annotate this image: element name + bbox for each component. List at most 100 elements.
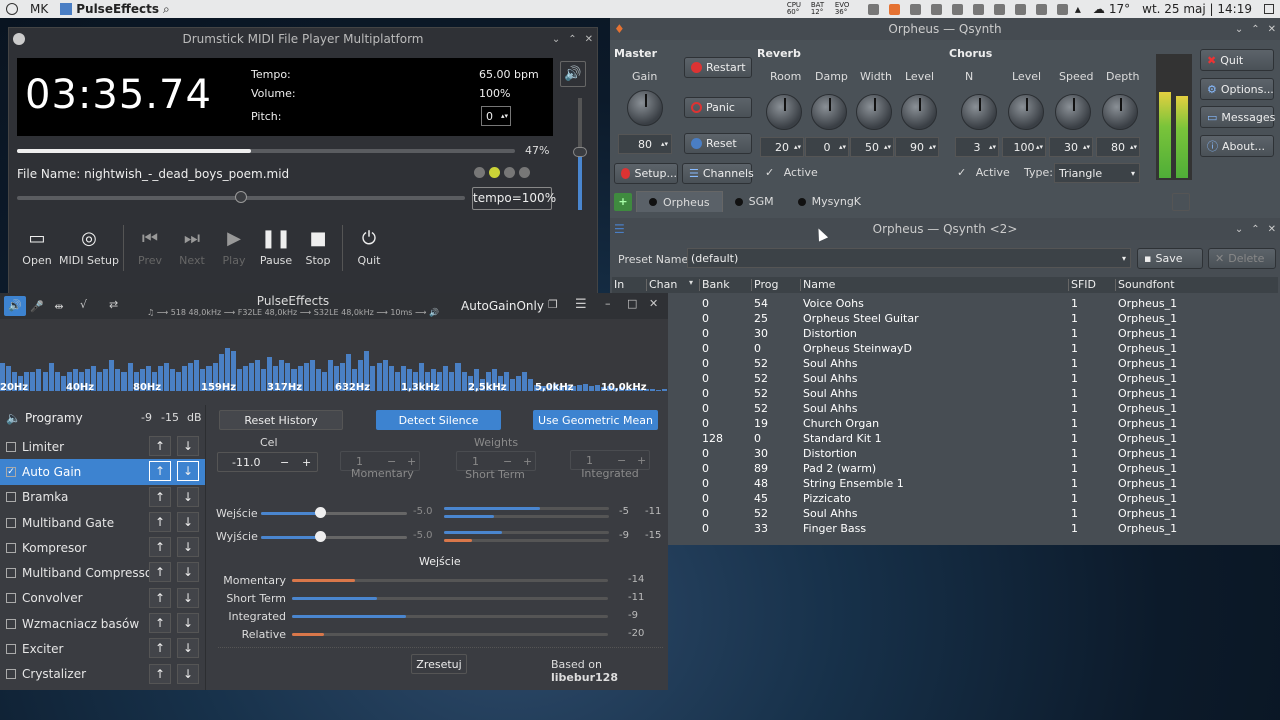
table-row[interactable]: 0 52 Soul Ahhs 1 Orpheus_1	[614, 402, 1276, 417]
column-header-in[interactable]: In	[614, 278, 624, 293]
column-header-name[interactable]: Name	[803, 278, 835, 293]
minimize-icon[interactable]: ⌄	[1235, 224, 1243, 235]
chorus-knob[interactable]	[961, 94, 997, 130]
kde-menu-icon[interactable]	[6, 3, 18, 15]
volume-mute-icon[interactable]: 🔊	[560, 61, 586, 87]
reverb-spinbox[interactable]: 50 ▴▾	[850, 137, 894, 157]
plugin-checkbox[interactable]	[6, 568, 16, 579]
tray-expand-icon[interactable]: ▴	[1075, 2, 1081, 16]
next-button[interactable]: ⏭ Next	[172, 229, 212, 268]
volume-slider[interactable]	[573, 98, 587, 210]
copy-icon[interactable]: ❐	[548, 298, 558, 311]
chorus-spinbox[interactable]: 80 ▴▾	[1096, 137, 1140, 157]
active-app-name[interactable]: PulseEffects	[76, 2, 159, 16]
chorus-type-select[interactable]: Triangle ▾	[1054, 163, 1140, 183]
close-icon[interactable]: ✕	[649, 297, 658, 310]
plugin-item-bramka[interactable]: Bramka ↑ ↓	[0, 485, 205, 510]
chorus-knob[interactable]	[1055, 94, 1091, 130]
input-gain-handle[interactable]	[315, 507, 327, 518]
detect-silence-toggle[interactable]: Detect Silence	[376, 410, 501, 430]
plugin-checkbox[interactable]	[6, 669, 16, 680]
reverb-knob[interactable]	[766, 94, 802, 130]
move-up-icon[interactable]: ↑	[149, 562, 171, 583]
table-row[interactable]: 0 0 Orpheus SteinwayD 1 Orpheus_1	[614, 342, 1276, 357]
minimize-icon[interactable]: ⌄	[1235, 24, 1243, 35]
tray-app-icon[interactable]	[909, 3, 921, 15]
table-row[interactable]: 0 52 Soul Ahhs 1 Orpheus_1	[614, 387, 1276, 402]
engine-tab-orpheus[interactable]: Orpheus	[636, 191, 723, 212]
close-icon[interactable]: ✕	[1268, 24, 1276, 35]
move-up-icon[interactable]: ↑	[149, 511, 171, 532]
reverb-knob[interactable]	[811, 94, 847, 130]
about-button[interactable]: ⓘ About...	[1200, 135, 1274, 157]
reverb-knob[interactable]	[901, 94, 937, 130]
plugin-checkbox[interactable]	[6, 517, 16, 528]
channels-button[interactable]: ☰ Channels	[682, 163, 754, 184]
table-row[interactable]: 0 54 Voice Oohs 1 Orpheus_1	[614, 297, 1276, 312]
gain-knob[interactable]	[627, 90, 663, 126]
weather-icon[interactable]: ☁	[1093, 2, 1105, 16]
tray-app-icon[interactable]	[867, 3, 879, 15]
panic-button[interactable]: Panic	[684, 97, 752, 118]
weather-temp[interactable]: 17°	[1109, 2, 1130, 16]
minimize-icon[interactable]: –	[605, 297, 611, 310]
tray-clipboard-icon[interactable]	[951, 3, 963, 15]
table-row[interactable]: 0 52 Soul Ahhs 1 Orpheus_1	[614, 372, 1276, 387]
plugin-item-auto-gain[interactable]: ✓ Auto Gain ↑ ↓	[0, 459, 205, 485]
setup-button[interactable]: Setup...	[614, 163, 678, 184]
plugin-checkbox[interactable]: ✓	[6, 466, 16, 477]
midi-setup-button[interactable]: ◎ MIDI Setup	[59, 229, 119, 268]
messages-button[interactable]: ▭ Messages	[1200, 106, 1275, 128]
plugin-item-crystalizer[interactable]: Crystalizer ↑ ↓	[0, 662, 205, 687]
prev-button[interactable]: ⏮ Prev	[130, 229, 170, 268]
shuffle-icon[interactable]: ⇄	[109, 298, 118, 311]
tray-app-icon[interactable]	[930, 3, 942, 15]
move-down-icon[interactable]: ↓	[177, 537, 199, 558]
maximize-icon[interactable]: ⌃	[1251, 224, 1259, 235]
move-down-icon[interactable]: ↓	[177, 613, 199, 634]
move-down-icon[interactable]: ↓	[177, 461, 199, 482]
quit-button[interactable]: ⏻ Quit	[349, 229, 389, 268]
output-speaker-icon[interactable]: 🔊	[4, 296, 26, 316]
plugin-item-kompresor[interactable]: Kompresor ↑ ↓	[0, 535, 205, 560]
desktop-toggle-icon[interactable]	[1264, 4, 1274, 14]
gain-spinbox[interactable]: 80 ▴▾	[618, 134, 672, 154]
preset-combo[interactable]: (default) ▾	[687, 248, 1131, 268]
table-row[interactable]: 0 30 Distortion 1 Orpheus_1	[614, 447, 1276, 462]
plugin-checkbox[interactable]	[6, 593, 16, 604]
tray-device-icon[interactable]	[972, 3, 984, 15]
plugin-checkbox[interactable]	[6, 644, 16, 655]
reverb-active-checkbox[interactable]: ✓ Active	[765, 166, 818, 179]
tempo-slider-handle[interactable]	[235, 191, 247, 203]
reset-history-button[interactable]: Reset History	[219, 410, 343, 430]
channels-titlebar[interactable]: ☰ Orpheus — Qsynth <2> ⌄ ⌃ ✕	[610, 218, 1280, 240]
move-up-icon[interactable]: ↑	[149, 436, 171, 456]
table-row[interactable]: 0 52 Soul Ahhs 1 Orpheus_1	[614, 357, 1276, 372]
move-up-icon[interactable]: ↑	[149, 587, 171, 608]
menu-icon[interactable]: ☰	[575, 297, 587, 312]
column-header-chan[interactable]: Chan	[649, 278, 677, 293]
plugin-checkbox[interactable]	[6, 618, 16, 629]
save-preset-button[interactable]: ▪ Save	[1137, 248, 1203, 269]
column-header-bank[interactable]: Bank	[702, 278, 730, 293]
reset-button[interactable]: Reset	[684, 133, 752, 154]
column-header-sfid[interactable]: SFID	[1071, 278, 1096, 293]
plugin-checkbox[interactable]	[6, 492, 16, 503]
tray-volume-icon[interactable]	[1035, 3, 1047, 15]
plugin-item-wzmacniacz-basów[interactable]: Wzmacniacz basów ↑ ↓	[0, 611, 205, 636]
stop-button[interactable]: ■ Stop	[298, 229, 338, 268]
move-down-icon[interactable]: ↓	[177, 486, 199, 507]
move-up-icon[interactable]: ↑	[149, 638, 171, 659]
tempo-slider[interactable]	[17, 191, 465, 203]
table-row[interactable]: 128 0 Standard Kit 1 1 Orpheus_1	[614, 432, 1276, 447]
tray-flame-icon[interactable]	[888, 3, 900, 15]
engine-tab-sgm[interactable]: SGM	[723, 191, 786, 212]
table-row[interactable]: 0 48 String Ensemble 1 1 Orpheus_1	[614, 477, 1276, 492]
clock[interactable]: wt. 25 maj | 14:19	[1142, 2, 1252, 16]
plugin-checkbox[interactable]	[6, 441, 16, 452]
move-up-icon[interactable]: ↑	[149, 537, 171, 558]
pitch-spinbox[interactable]: 0 ▴▾	[481, 106, 511, 126]
column-header-soundfont[interactable]: Soundfont	[1118, 278, 1175, 293]
equalizer-curve-icon[interactable]: √	[80, 298, 87, 311]
chorus-active-checkbox[interactable]: ✓ Active	[957, 166, 1010, 179]
